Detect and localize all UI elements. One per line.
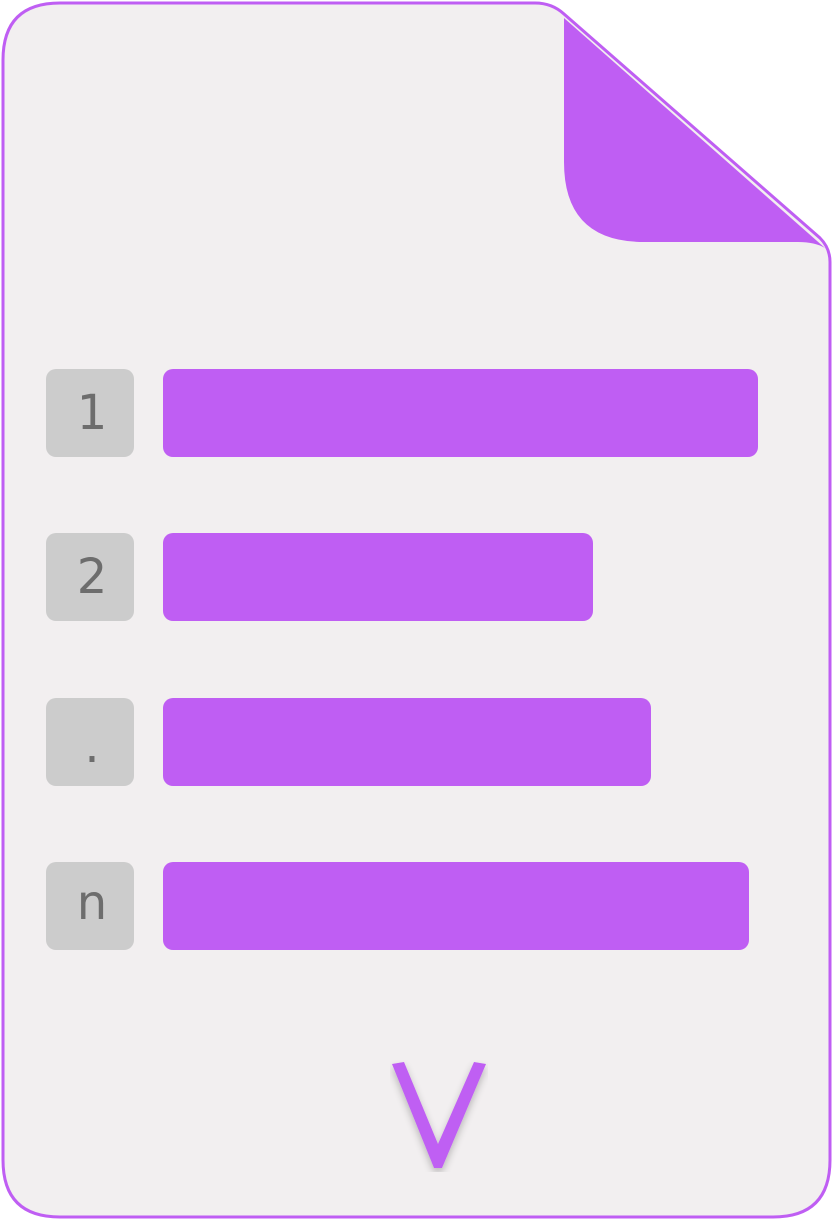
row-bar <box>163 369 758 457</box>
row-bar <box>163 533 593 621</box>
row-marker: 1 <box>46 369 134 457</box>
document-list-icon: 1 2 . n <box>0 0 833 1221</box>
row-marker: . <box>46 698 134 786</box>
row-marker: n <box>46 862 134 950</box>
row-bar <box>163 698 651 786</box>
row-bar <box>163 862 749 950</box>
v-logo-icon <box>392 1062 486 1168</box>
row-marker: 2 <box>46 533 134 621</box>
